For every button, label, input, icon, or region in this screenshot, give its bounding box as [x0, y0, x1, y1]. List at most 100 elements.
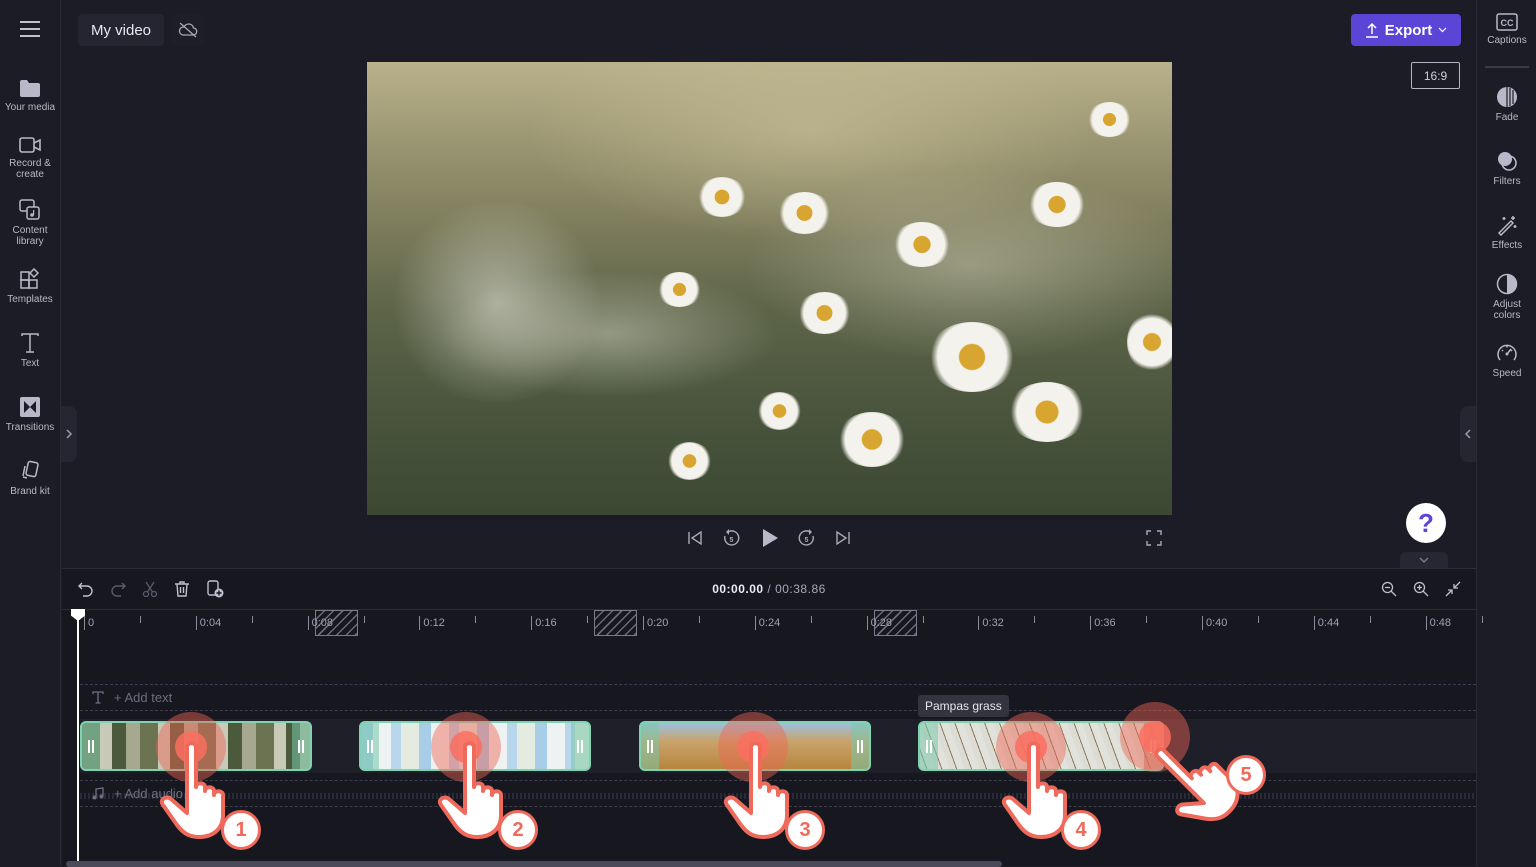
preview-flower — [892, 222, 952, 267]
sidebar-item-label: Adjust colors — [1493, 299, 1521, 321]
cloud-sync-status[interactable] — [172, 14, 204, 46]
trim-handle-right[interactable] — [292, 723, 310, 769]
add-text-track[interactable]: + Add text — [92, 690, 172, 705]
sidebar-item-effects[interactable]: Effects — [1477, 214, 1536, 251]
left-sidebar: Your media Record & create Content libra… — [0, 0, 61, 866]
sidebar-item-text[interactable]: Text — [0, 332, 60, 369]
clip-tooltip-text: Pampas grass — [925, 699, 1002, 713]
sidebar-item-label: Record & create — [9, 158, 51, 180]
filters-icon — [1498, 152, 1517, 171]
sidebar-item-label: Speed — [1492, 368, 1522, 379]
sidebar-item-record-create[interactable]: Record & create — [0, 136, 60, 180]
zoom-in-icon — [1413, 581, 1429, 597]
trim-handle-left[interactable] — [82, 723, 100, 769]
forward-5-button[interactable]: 5 — [796, 527, 818, 549]
upload-icon — [1365, 22, 1378, 38]
trim-handle-left[interactable] — [361, 723, 379, 769]
preview-flower — [657, 272, 702, 307]
ruler-tick-label: 0 — [84, 616, 94, 630]
fit-timeline-button[interactable] — [1443, 579, 1463, 599]
zoom-out-icon — [1381, 581, 1397, 597]
video-preview[interactable] — [367, 62, 1172, 515]
step-badge: 3 — [785, 810, 825, 850]
sidebar-item-adjust-colors[interactable]: Adjust colors — [1477, 273, 1536, 321]
ruler-minor-tick — [1481, 616, 1483, 623]
time-separator: / — [763, 582, 776, 596]
sidebar-item-captions[interactable]: CC Captions — [1477, 13, 1536, 46]
ruler-tick-label: 0:24 — [754, 616, 780, 630]
preview-flower — [837, 412, 907, 467]
export-label: Export — [1384, 21, 1433, 39]
collapse-timeline-button[interactable] — [1400, 552, 1448, 568]
ruler-minor-tick — [363, 616, 365, 623]
trim-handle-left[interactable] — [920, 723, 938, 769]
play-icon — [763, 529, 778, 547]
templates-icon — [20, 268, 40, 289]
ruler-minor-tick — [810, 616, 812, 623]
sidebar-item-fade[interactable]: Fade — [1477, 86, 1536, 123]
trim-handle-right[interactable] — [571, 723, 589, 769]
brand-kit-icon — [22, 460, 39, 479]
project-title-input[interactable]: My video — [78, 14, 164, 46]
sidebar-item-transitions[interactable]: Transitions — [0, 396, 60, 433]
sidebar-item-content-library[interactable]: Content library — [0, 199, 60, 247]
ruler-tick-label: 0:48 — [1425, 616, 1451, 630]
ruler-tick-label: 0:04 — [195, 616, 221, 630]
zoom-out-button[interactable] — [1379, 579, 1399, 599]
zoom-in-button[interactable] — [1411, 579, 1431, 599]
ruler-tick-label: 0:32 — [978, 616, 1004, 630]
sidebar-item-label: Text — [20, 358, 40, 369]
expand-left-panel-button[interactable] — [61, 406, 77, 462]
preview-flower — [697, 177, 747, 217]
rewind-5-button[interactable]: 5 — [720, 527, 742, 549]
play-button[interactable] — [759, 527, 781, 549]
sidebar-item-brand-kit[interactable]: Brand kit — [0, 460, 60, 497]
sidebar-item-templates[interactable]: Templates — [0, 268, 60, 305]
aspect-ratio-button[interactable]: 16:9 — [1411, 62, 1460, 89]
project-title: My video — [90, 21, 152, 39]
current-time: 00:00.00 — [712, 582, 764, 596]
chevron-right-icon — [66, 429, 73, 439]
preview-flower — [927, 322, 1017, 392]
ruler-minor-tick — [475, 616, 477, 623]
trim-handle-right[interactable] — [851, 723, 869, 769]
gap-marker[interactable] — [594, 610, 637, 636]
sidebar-item-your-media[interactable]: Your media — [0, 78, 60, 113]
help-button[interactable]: ? — [1406, 503, 1446, 543]
preview-flower — [777, 192, 832, 234]
ruler-tick-label: 0:28 — [866, 616, 892, 630]
step-number: 5 — [1240, 763, 1252, 786]
sidebar-item-speed[interactable]: Speed — [1477, 342, 1536, 379]
skip-to-start-button[interactable] — [684, 527, 706, 549]
step-number: 3 — [799, 818, 811, 841]
ruler-minor-tick — [139, 616, 141, 623]
skip-to-end-button[interactable] — [832, 527, 854, 549]
magic-wand-icon — [1497, 216, 1517, 236]
clip-tooltip: Pampas grass — [918, 695, 1009, 717]
text-icon — [92, 691, 104, 704]
timeline-horizontal-scrollbar[interactable] — [66, 861, 1002, 867]
playhead[interactable] — [77, 609, 79, 867]
fullscreen-icon — [1146, 530, 1162, 546]
sidebar-item-label: Captions — [1487, 35, 1527, 46]
sidebar-item-label: Your media — [4, 102, 56, 113]
trim-handle-left[interactable] — [641, 723, 659, 769]
ruler-minor-tick — [251, 616, 253, 623]
sidebar-item-filters[interactable]: Filters — [1477, 150, 1536, 187]
fullscreen-button[interactable] — [1143, 527, 1165, 549]
collapse-right-panel-button[interactable] — [1460, 406, 1476, 462]
timecode-display: 00:00.00 / 00:38.86 — [62, 582, 1476, 596]
step-number: 1 — [235, 818, 247, 841]
transitions-icon — [20, 397, 40, 417]
ruler-tick-label: 0:40 — [1202, 616, 1227, 630]
divider — [1485, 66, 1529, 68]
step-badge: 4 — [1061, 810, 1101, 850]
ruler-minor-tick — [1257, 616, 1259, 623]
timeline-ruler[interactable]: 0 0:04 0:08 0:12 0:16 0:20 0:24 0:28 0:32 0:36 0:4… — [62, 609, 1483, 636]
menu-button[interactable] — [0, 20, 60, 42]
export-button[interactable]: Export — [1351, 14, 1461, 46]
preview-flower — [1127, 312, 1172, 372]
ruler-tick-label: 0:36 — [1090, 616, 1116, 630]
forward-5-icon: 5 — [798, 529, 814, 546]
ruler-minor-tick — [698, 616, 700, 623]
